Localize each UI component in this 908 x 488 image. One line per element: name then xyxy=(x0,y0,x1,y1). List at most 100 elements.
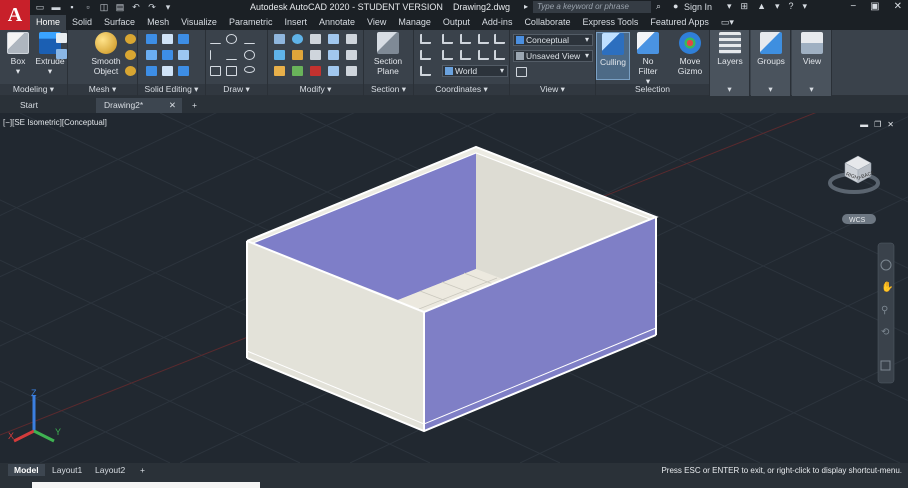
orbit-icon[interactable]: ⟲ xyxy=(881,327,890,338)
customize-qat-icon[interactable]: ▾ xyxy=(162,2,174,13)
ucs-object-icon[interactable] xyxy=(460,50,471,60)
ucs-view-icon[interactable] xyxy=(442,50,453,60)
polysolid-icon[interactable] xyxy=(56,33,67,43)
tab-express-tools[interactable]: Express Tools xyxy=(576,15,644,30)
ucs-z-icon[interactable] xyxy=(494,34,505,44)
viewport-config-icon[interactable] xyxy=(516,67,527,77)
tab-featured-apps[interactable]: Featured Apps xyxy=(644,15,715,30)
panel-solid-editing-title[interactable]: Solid Editing ▾ xyxy=(138,84,205,95)
no-filter-button[interactable]: No Filter ▾ xyxy=(632,32,664,86)
new-file-icon[interactable]: ▭ xyxy=(34,2,46,13)
interfere-icon[interactable] xyxy=(162,50,173,60)
search-expand-icon[interactable]: ▸ xyxy=(524,2,528,11)
layout-tab-model[interactable]: Model xyxy=(8,464,45,476)
save-icon[interactable]: ▪ xyxy=(66,2,78,13)
file-tab-drawing2[interactable]: Drawing2* ✕ xyxy=(96,98,182,113)
tab-annotate[interactable]: Annotate xyxy=(313,15,361,30)
separate-icon[interactable] xyxy=(178,66,189,76)
ellipse-icon[interactable] xyxy=(244,66,255,73)
ucs-named-icon[interactable] xyxy=(420,66,431,76)
dropdown-icon[interactable]: ▾ xyxy=(775,1,780,12)
panel-draw-title[interactable]: Draw ▾ xyxy=(206,84,267,95)
smooth-more-icon[interactable] xyxy=(125,34,136,44)
pan-icon[interactable]: ✋ xyxy=(881,280,893,293)
refine-mesh-icon[interactable] xyxy=(125,66,136,76)
tab-parametric[interactable]: Parametric xyxy=(223,15,279,30)
tab-surface[interactable]: Surface xyxy=(98,15,141,30)
redo-icon[interactable]: ↷ xyxy=(146,2,158,13)
help-icon[interactable]: ? xyxy=(789,1,794,12)
panel-coordinates-title[interactable]: Coordinates ▾ xyxy=(414,84,509,95)
tab-manage[interactable]: Manage xyxy=(392,15,437,30)
tab-solid[interactable]: Solid xyxy=(66,15,98,30)
viewport-restore-icon[interactable]: ❐ xyxy=(874,120,881,129)
ucs-3point-icon[interactable] xyxy=(494,50,505,60)
open-file-icon[interactable]: ▬ xyxy=(50,2,62,13)
tab-add-ins[interactable]: Add-ins xyxy=(476,15,519,30)
smooth-object-button[interactable]: Smooth Object xyxy=(90,32,122,76)
layout-tab-layout2[interactable]: Layout2 xyxy=(89,464,131,476)
subtract-icon[interactable] xyxy=(162,34,173,44)
tab-view[interactable]: View xyxy=(361,15,392,30)
viewport-controls-label[interactable]: [−][SE Isometric][Conceptual] xyxy=(3,118,107,127)
expand-icon[interactable]: ▾ xyxy=(727,1,732,12)
move-icon[interactable] xyxy=(274,34,285,44)
viewport-close-icon[interactable]: ✕ xyxy=(887,120,894,129)
view-button[interactable]: View xyxy=(796,32,828,66)
ucs-x-icon[interactable] xyxy=(460,34,471,44)
close-icon[interactable]: ✕ xyxy=(894,1,902,12)
polygon-icon[interactable] xyxy=(210,66,221,76)
trim-icon[interactable] xyxy=(346,34,357,44)
tab-visualize[interactable]: Visualize xyxy=(175,15,223,30)
command-line-input[interactable] xyxy=(32,482,260,488)
erase-icon[interactable] xyxy=(274,66,285,76)
box-model[interactable] xyxy=(246,145,659,433)
binoculars-icon[interactable]: ⌕ xyxy=(656,1,661,12)
arc-icon[interactable] xyxy=(226,34,237,44)
circle-icon[interactable] xyxy=(244,50,255,60)
thicken-icon[interactable] xyxy=(146,66,157,76)
panel-section-title[interactable]: Section ▾ xyxy=(364,84,413,95)
tab-mesh[interactable]: Mesh xyxy=(141,15,175,30)
viewcube[interactable]: RIGHT BACK xyxy=(828,155,880,194)
layers-button[interactable]: Layers xyxy=(714,32,746,66)
culling-button[interactable]: Culling xyxy=(596,32,630,80)
explode-icon[interactable] xyxy=(310,66,321,76)
tab-collaborate[interactable]: Collaborate xyxy=(518,15,576,30)
box-button[interactable]: Box ▾ xyxy=(2,32,34,76)
cart-icon[interactable]: ⊞ xyxy=(741,1,749,12)
save-as-icon[interactable]: ▫ xyxy=(82,2,94,13)
ucs-dropdown[interactable]: World xyxy=(442,65,508,77)
ucs-face-icon[interactable] xyxy=(478,50,489,60)
web-icon[interactable]: ◫ xyxy=(98,2,110,13)
section-plane-button[interactable]: Section Plane xyxy=(372,32,404,76)
undo-icon[interactable]: ↶ xyxy=(130,2,142,13)
search-input[interactable]: Type a keyword or phrase xyxy=(533,1,651,13)
presspull-icon[interactable] xyxy=(56,49,67,59)
3d-mirror-icon[interactable] xyxy=(274,50,285,60)
print-icon[interactable]: ▤ xyxy=(114,2,126,13)
ucs-origin-icon[interactable] xyxy=(420,50,431,60)
named-view-dropdown[interactable]: Unsaved View xyxy=(513,50,593,62)
fillet-edge-icon[interactable] xyxy=(178,50,189,60)
ucs-world-icon[interactable] xyxy=(442,34,453,44)
add-layout-icon[interactable]: + xyxy=(134,464,151,476)
spline-icon[interactable] xyxy=(210,50,221,60)
sign-in-link[interactable]: Sign In xyxy=(684,2,712,12)
panel-view-title[interactable]: View ▾ xyxy=(510,84,595,95)
slice-icon[interactable] xyxy=(146,50,157,60)
smooth-less-icon[interactable] xyxy=(125,50,136,60)
line-icon[interactable] xyxy=(210,34,221,44)
layers-expand-icon[interactable]: ▾ xyxy=(710,84,749,95)
offset-icon[interactable] xyxy=(328,34,339,44)
align-icon[interactable] xyxy=(310,50,321,60)
tab-output[interactable]: Output xyxy=(437,15,476,30)
ucs-y-icon[interactable] xyxy=(478,34,489,44)
panel-selection-title[interactable]: Selection xyxy=(596,84,709,95)
minimize-icon[interactable]: − xyxy=(850,1,856,12)
viewport-minimize-icon[interactable]: ▬ xyxy=(860,120,868,129)
file-tab-start[interactable]: Start xyxy=(12,98,46,113)
union-icon[interactable] xyxy=(146,34,157,44)
zoom-icon[interactable]: ⚲ xyxy=(881,305,888,316)
view-expand-icon[interactable]: ▾ xyxy=(792,84,831,95)
